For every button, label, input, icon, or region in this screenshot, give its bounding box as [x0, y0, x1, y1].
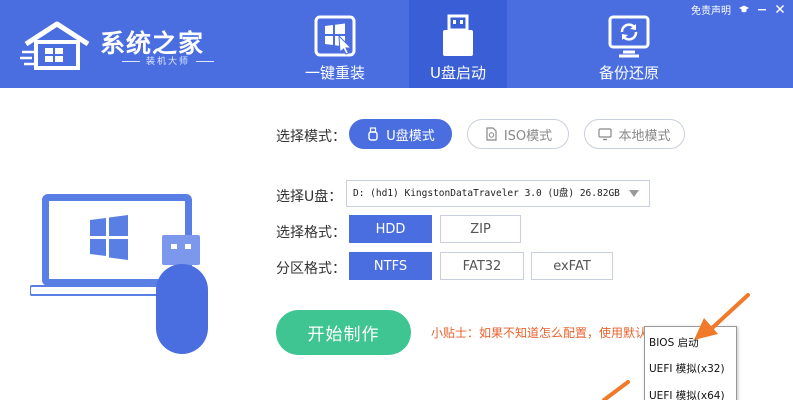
tip-text: 小贴士：如果不知道怎么配置，使用默认配置	[431, 326, 672, 340]
mode-label: 选择模式：	[276, 129, 346, 145]
format-hdd-option[interactable]: HDD	[349, 215, 432, 243]
chevron-down-icon	[629, 190, 639, 197]
usb-mode-button[interactable]: U盘模式	[349, 119, 452, 149]
menu-item-uefi-x64[interactable]: UEFI 模拟(x64)	[645, 386, 738, 400]
boot-mode-menu: BIOS 启动 UEFI 模拟(x32) UEFI 模拟(x64)	[644, 326, 737, 400]
minimize-icon[interactable]	[757, 4, 767, 14]
iso-mode-button[interactable]: ISO模式	[467, 119, 569, 149]
header-bar: 系统之家 装机大师 一键重装 U盘启动 备份还原 免责声明	[0, 0, 793, 88]
usb-drive-select[interactable]: D: (hd1) KingstonDataTraveler 3.0 (U盘) 2…	[346, 180, 650, 207]
menu-item-uefi-x32[interactable]: UEFI 模拟(x32)	[645, 359, 738, 379]
house-logo-icon	[20, 21, 90, 70]
graduation-cap-icon[interactable]	[739, 4, 749, 14]
usb-icon	[368, 127, 378, 141]
tab-backup-restore[interactable]: 备份还原	[580, 0, 678, 88]
menu-item-bios-boot[interactable]: BIOS 启动	[645, 333, 738, 353]
format-zip-option[interactable]: ZIP	[440, 215, 521, 243]
usb-select-label: 选择U盘：	[276, 189, 343, 205]
backup-restore-icon	[608, 15, 650, 58]
local-mode-label: 本地模式	[618, 128, 671, 144]
format-label: 选择格式：	[276, 225, 346, 241]
monitor-icon	[598, 128, 613, 141]
app-logo: 系统之家 装机大师	[20, 18, 220, 74]
partition-label: 分区格式：	[276, 261, 346, 277]
iso-mode-label: ISO模式	[503, 128, 553, 144]
tab-one-click-reinstall[interactable]: 一键重装	[286, 0, 384, 88]
tab-one-click-reinstall-label: 一键重装	[304, 64, 365, 82]
tab-usb-boot-label: U盘启动	[430, 64, 486, 82]
usb-drive-value: D: (hd1) KingstonDataTraveler 3.0 (U盘) 2…	[353, 188, 620, 199]
app-window: 系统之家 装机大师 一键重装 U盘启动 备份还原 免责声明 选择模式： U盘模式…	[0, 0, 793, 400]
disclaimer-link[interactable]: 免责声明	[691, 2, 731, 17]
windows-cursor-icon	[314, 15, 356, 57]
iso-file-icon	[486, 127, 497, 141]
tab-backup-restore-label: 备份还原	[598, 64, 659, 82]
usb-mode-label: U盘模式	[386, 128, 435, 144]
partition-fat32-option[interactable]: FAT32	[440, 252, 524, 280]
tab-usb-boot[interactable]: U盘启动	[409, 0, 507, 88]
start-making-button[interactable]: 开始制作	[276, 310, 411, 355]
pointer-arrow-icon	[602, 380, 630, 400]
window-controls: 免责声明	[691, 2, 785, 17]
partition-exfat-option[interactable]: exFAT	[531, 252, 613, 280]
close-icon[interactable]	[775, 4, 785, 14]
usb-drive-icon	[443, 14, 473, 56]
local-mode-button[interactable]: 本地模式	[584, 119, 685, 149]
laptop-usb-illustration	[30, 194, 208, 354]
app-subtitle: 装机大师	[116, 54, 220, 67]
partition-ntfs-option[interactable]: NTFS	[349, 252, 432, 280]
